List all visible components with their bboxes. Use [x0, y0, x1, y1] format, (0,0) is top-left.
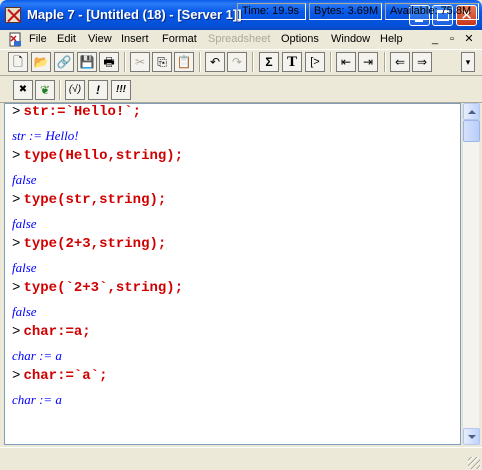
output-text: str := Hello!	[12, 128, 79, 143]
menu-insert[interactable]: Insert	[121, 33, 149, 45]
vertical-scrollbar[interactable]	[462, 103, 480, 445]
prompt-symbol: >	[12, 280, 21, 296]
save-icon[interactable]: 💾	[77, 52, 97, 72]
menu-format[interactable]: Format	[162, 33, 197, 45]
cut-icon[interactable]: ✂	[130, 52, 150, 72]
output-text: char := a	[12, 348, 62, 363]
input-line[interactable]: > type(Hello,string);	[12, 148, 183, 164]
status-available: Available: 75.8M	[385, 3, 479, 20]
undo-icon[interactable]: ↶	[205, 52, 225, 72]
execute-icon[interactable]: !	[88, 80, 108, 100]
input-line[interactable]: > type(`2+3`,string);	[12, 280, 183, 296]
command-text[interactable]: str:=`Hello!`;	[23, 104, 141, 120]
menu-spreadsheet[interactable]: Spreadsheet	[208, 33, 270, 45]
execute-all-icon[interactable]: !!!	[111, 80, 131, 100]
input-line[interactable]: > str:=`Hello!`;	[12, 104, 141, 120]
toolbar-overflow-icon[interactable]: ▾	[461, 52, 475, 72]
maple-leaf-icon[interactable]: ❦	[35, 80, 55, 100]
mdi-close-button[interactable]: ✕	[462, 32, 476, 46]
scroll-down-button[interactable]	[463, 428, 480, 445]
sqrt-toggle-icon[interactable]: (√)	[65, 80, 85, 100]
toolbar-separator	[330, 52, 332, 72]
command-text[interactable]: type(Hello,string);	[23, 148, 183, 164]
command-text[interactable]: type(`2+3`,string);	[23, 280, 183, 296]
output-line: str := Hello!	[12, 128, 79, 144]
open-folder-icon[interactable]: 📂	[31, 52, 51, 72]
scroll-thumb[interactable]	[463, 120, 480, 142]
command-text[interactable]: char:=a;	[23, 324, 90, 340]
menu-options[interactable]: Options	[281, 33, 319, 45]
prompt-symbol: >	[12, 104, 21, 120]
output-line: false	[12, 304, 37, 320]
back-icon[interactable]: ⇐	[390, 52, 410, 72]
insert-math-icon[interactable]: Σ	[259, 52, 279, 72]
toolbar-separator	[384, 52, 386, 72]
paste-icon[interactable]: 📋	[174, 52, 194, 72]
document-icon[interactable]	[8, 32, 23, 47]
output-line: false	[12, 216, 37, 232]
new-document-icon[interactable]: 🗋	[8, 52, 28, 72]
status-bytes: Bytes: 3.69M	[309, 3, 382, 20]
open-url-icon[interactable]: 🔗	[54, 52, 74, 72]
output-text: false	[12, 172, 37, 187]
output-text: false	[12, 216, 37, 231]
indent-icon[interactable]: ⇥	[358, 52, 378, 72]
prompt-symbol: >	[12, 236, 21, 252]
insert-prompt-icon[interactable]: [>	[305, 52, 325, 72]
menu-view[interactable]: View	[88, 33, 112, 45]
arrow-up-icon	[468, 110, 476, 114]
input-line[interactable]: > char:=`a`;	[12, 368, 107, 384]
command-text[interactable]: type(2+3,string);	[23, 236, 166, 252]
window-title: Maple 7 - [Untitled (18) - [Server 1]]	[27, 7, 242, 22]
output-line: char := a	[12, 348, 62, 364]
output-line: char := a	[12, 392, 62, 408]
command-text[interactable]: char:=`a`;	[23, 368, 107, 384]
prompt-symbol: >	[12, 148, 21, 164]
scroll-up-button[interactable]	[463, 103, 480, 120]
prompt-symbol: >	[12, 368, 21, 384]
output-line: false	[12, 260, 37, 276]
outdent-icon[interactable]: ⇤	[336, 52, 356, 72]
output-text: char := a	[12, 392, 62, 407]
mdi-minimize-button[interactable]: _	[428, 32, 442, 46]
menu-file[interactable]: File	[29, 33, 47, 45]
menu-window[interactable]: Window	[331, 33, 370, 45]
command-text[interactable]: type(str,string);	[23, 192, 166, 208]
forward-icon[interactable]: ⇒	[412, 52, 432, 72]
status-bar	[0, 447, 482, 470]
toolbar-separator	[199, 52, 201, 72]
toolbar-separator	[252, 52, 254, 72]
print-icon[interactable]: 🖶	[99, 52, 119, 72]
copy-icon[interactable]: ⎘	[152, 52, 172, 72]
mdi-restore-button[interactable]: ▫	[445, 32, 459, 46]
output-text: false	[12, 304, 37, 319]
prompt-symbol: >	[12, 192, 21, 208]
toolbar-separator	[124, 52, 126, 72]
input-line[interactable]: > type(str,string);	[12, 192, 166, 208]
resize-grip[interactable]	[468, 457, 480, 469]
maple-app-icon[interactable]	[5, 7, 21, 23]
input-line[interactable]: > char:=a;	[12, 324, 91, 340]
toolbar-separator	[59, 80, 61, 100]
worksheet[interactable]: > str:=`Hello!`; str := Hello! > type(He…	[4, 103, 461, 445]
prompt-symbol: >	[12, 324, 21, 340]
status-time: Time: 19.9s	[237, 3, 306, 20]
stop-icon[interactable]: ✖	[13, 80, 33, 100]
arrow-down-icon	[468, 435, 476, 439]
output-text: false	[12, 260, 37, 275]
redo-icon[interactable]: ↷	[227, 52, 247, 72]
menu-edit[interactable]: Edit	[57, 33, 76, 45]
output-line: false	[12, 172, 37, 188]
menu-help[interactable]: Help	[380, 33, 403, 45]
insert-text-icon[interactable]: T	[282, 52, 302, 72]
input-line[interactable]: > type(2+3,string);	[12, 236, 166, 252]
